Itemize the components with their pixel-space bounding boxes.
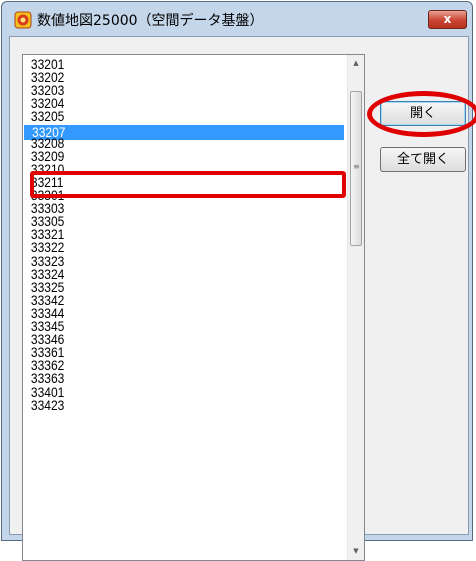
list-item[interactable]: 33342 [24,293,299,307]
dialog-window: 数値地図25000（空間データ基盤） x 33201 33202 33203 3320… [1,1,476,561]
list-item[interactable]: 33423 [24,398,299,412]
close-button[interactable]: x [428,10,467,29]
annotation-circle [367,91,476,137]
vertical-scrollbar[interactable]: ▲ ≡ ▼ [347,55,364,560]
file-listbox[interactable]: 33201 33202 33203 33204 33205 33207 33208 33209… [22,54,365,561]
close-icon: x [443,12,452,26]
list-item[interactable]: 33363 [24,371,299,385]
list-item[interactable]: 33325 [24,280,299,294]
list-item[interactable]: 33362 [24,358,299,372]
list-item[interactable]: 33361 [24,345,299,359]
scroll-thumb[interactable]: ≡ [350,91,362,246]
open-all-button[interactable]: 全て開く [380,147,466,172]
title-bar[interactable]: 数値地図25000（空間データ基盤） x [2,2,472,36]
list-item[interactable]: 33322 [24,240,299,254]
list-item[interactable]: 33324 [24,267,299,281]
map-app-icon [14,11,32,29]
scroll-down-button[interactable]: ▼ [348,543,364,560]
annotation-box [30,171,346,198]
list-item[interactable]: 33401 [24,385,299,399]
list-item[interactable]: 33303 [24,201,299,215]
list-item[interactable]: 33321 [24,227,299,241]
list-item[interactable]: 33208 [24,136,299,150]
list-item[interactable]: 33305 [24,214,299,228]
list-item[interactable]: 33209 [24,149,299,163]
list-item[interactable]: 33202 [24,70,299,84]
list-item[interactable]: 33323 [24,254,299,268]
dialog-body: 33201 33202 33203 33204 33205 33207 33208 33209… [9,36,476,561]
list-item[interactable]: 33346 [24,332,299,346]
window-title: 数値地図25000（空間データ基盤） [37,13,264,29]
list-item[interactable]: 33344 [24,306,299,320]
list-item[interactable]: 33345 [24,319,299,333]
list-item[interactable]: 33203 [24,83,299,97]
list-item[interactable]: 33201 [24,57,299,71]
list-item[interactable]: 33204 [24,96,299,110]
scroll-grip-icon: ≡ [353,162,360,171]
list-item[interactable]: 33205 [24,109,299,123]
scroll-up-button[interactable]: ▲ [348,55,364,72]
